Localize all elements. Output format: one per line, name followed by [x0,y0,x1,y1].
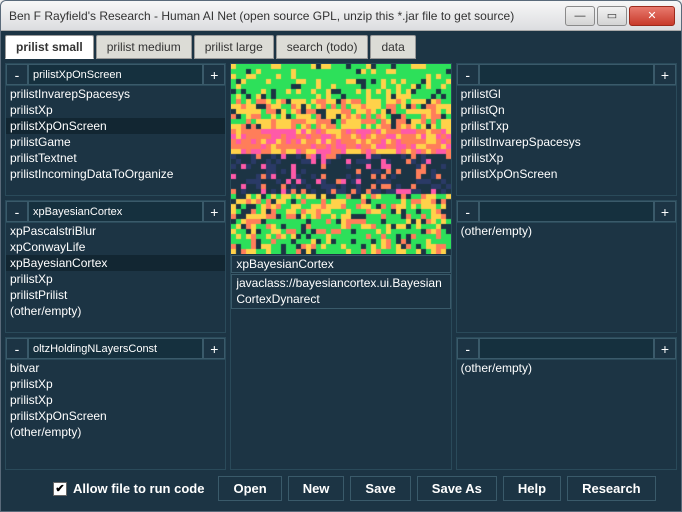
list-item[interactable]: prilistQn [457,102,676,118]
panel-mid-right: - +(other/empty) [456,200,677,333]
panel-input[interactable] [28,64,203,85]
list-item[interactable]: prilistXpOnScreen [6,118,225,134]
open-button[interactable]: Open [218,476,281,501]
list-item[interactable]: xpBayesianCortex [6,255,225,271]
list-item[interactable]: prilistXp [6,102,225,118]
panel-list[interactable]: (other/empty) [457,360,676,469]
center-labels: xpBayesianCortex javaclass://bayesiancor… [231,254,450,310]
tab-search-todo-[interactable]: search (todo) [276,35,369,59]
panel-input[interactable] [479,64,654,85]
panel-list[interactable]: prilistGlprilistQnprilistTxpprilistInvar… [457,86,676,195]
help-button[interactable]: Help [503,476,561,501]
list-item[interactable]: prilistXp [6,376,225,392]
list-item[interactable]: prilistGl [457,86,676,102]
panel-list[interactable]: xpPascalstriBlurxpConwayLifexpBayesianCo… [6,223,225,332]
plus-button[interactable]: + [654,201,676,222]
center-name: xpBayesianCortex [231,255,450,273]
panel-list[interactable]: (other/empty) [457,223,676,332]
list-item[interactable]: prilistXpOnScreen [6,408,225,424]
list-item[interactable]: xpPascalstriBlur [6,223,225,239]
list-item[interactable]: prilistGame [6,134,225,150]
close-button[interactable]: ✕ [629,6,675,26]
tab-prilist-large[interactable]: prilist large [194,35,274,59]
list-item[interactable]: (other/empty) [6,303,225,319]
tab-data[interactable]: data [370,35,415,59]
minus-button[interactable]: - [457,64,479,85]
list-item[interactable]: (other/empty) [6,424,225,440]
panel-input[interactable] [479,201,654,222]
list-item[interactable]: prilistXpOnScreen [457,166,676,182]
window-buttons: — ▭ ✕ [563,6,675,26]
titlebar: Ben F Rayfield's Research - Human AI Net… [1,1,681,31]
tab-prilist-small[interactable]: prilist small [5,35,94,59]
minus-button[interactable]: - [457,338,479,359]
bottom-bar: ✔ Allow file to run code Open NewSave Save… [5,470,677,507]
visualization [231,64,450,254]
panel-top-left: -+prilistInvarepSpacesysprilistXpprilist… [5,63,226,196]
center-panel: xpBayesianCortex javaclass://bayesiancor… [230,63,451,470]
allow-run-checkbox-wrap[interactable]: ✔ Allow file to run code [53,481,204,496]
list-item[interactable]: (other/empty) [457,360,676,376]
save-button[interactable]: Save [350,476,410,501]
minus-button[interactable]: - [6,64,28,85]
list-item[interactable]: prilistXp [6,392,225,408]
research-button[interactable]: Research [567,476,656,501]
panel-input[interactable] [28,201,203,222]
panel-bot-right: - +(other/empty) [456,337,677,470]
plus-button[interactable]: + [203,338,225,359]
tab-prilist-medium[interactable]: prilist medium [96,35,192,59]
list-item[interactable]: prilistTextnet [6,150,225,166]
list-item[interactable]: (other/empty) [457,223,676,239]
center-class: javaclass://bayesiancortex.ui.BayesianCo… [231,274,450,309]
panel-list[interactable]: prilistInvarepSpacesysprilistXpprilistXp… [6,86,225,195]
list-item[interactable]: prilistInvarepSpacesys [6,86,225,102]
panel-list[interactable]: bitvarprilistXpprilistXpprilistXpOnScree… [6,360,225,469]
panel-grid: -+prilistInvarepSpacesysprilistXpprilist… [5,63,677,470]
list-item[interactable]: prilistXp [457,150,676,166]
list-item[interactable]: prilistTxp [457,118,676,134]
plus-button[interactable]: + [654,64,676,85]
new-button[interactable]: New [288,476,345,501]
content-area: prilist smallprilist mediumprilist large… [1,31,681,511]
panel-bot-left: -+bitvarprilistXpprilistXpprilistXpOnScr… [5,337,226,470]
list-item[interactable]: prilistXp [6,271,225,287]
minus-button[interactable]: - [457,201,479,222]
save-as-button[interactable]: Save As [417,476,497,501]
list-item[interactable]: xpConwayLife [6,239,225,255]
minus-button[interactable]: - [6,201,28,222]
panel-input[interactable] [28,338,203,359]
minimize-button[interactable]: — [565,6,595,26]
window-title: Ben F Rayfield's Research - Human AI Net… [1,9,563,23]
button-row: Open NewSave Save AsHelpResearch [218,476,655,501]
tab-bar: prilist smallprilist mediumprilist large… [5,35,677,59]
list-item[interactable]: prilistInvarepSpacesys [457,134,676,150]
list-item[interactable]: prilistIncomingDataToOrganize [6,166,225,182]
panel-input[interactable] [479,338,654,359]
plus-button[interactable]: + [654,338,676,359]
minus-button[interactable]: - [6,338,28,359]
maximize-button[interactable]: ▭ [597,6,627,26]
checkbox-label: Allow file to run code [73,481,204,496]
list-item[interactable]: bitvar [6,360,225,376]
main-window: Ben F Rayfield's Research - Human AI Net… [0,0,682,512]
list-item[interactable]: prilistPrilist [6,287,225,303]
plus-button[interactable]: + [203,201,225,222]
panel-top-right: - +prilistGlprilistQnprilistTxpprilistInv… [456,63,677,196]
plus-button[interactable]: + [203,64,225,85]
panel-mid-left: - +xpPascalstriBlurxpConwayLifexpBayesian… [5,200,226,333]
checkbox-icon[interactable]: ✔ [53,482,67,496]
